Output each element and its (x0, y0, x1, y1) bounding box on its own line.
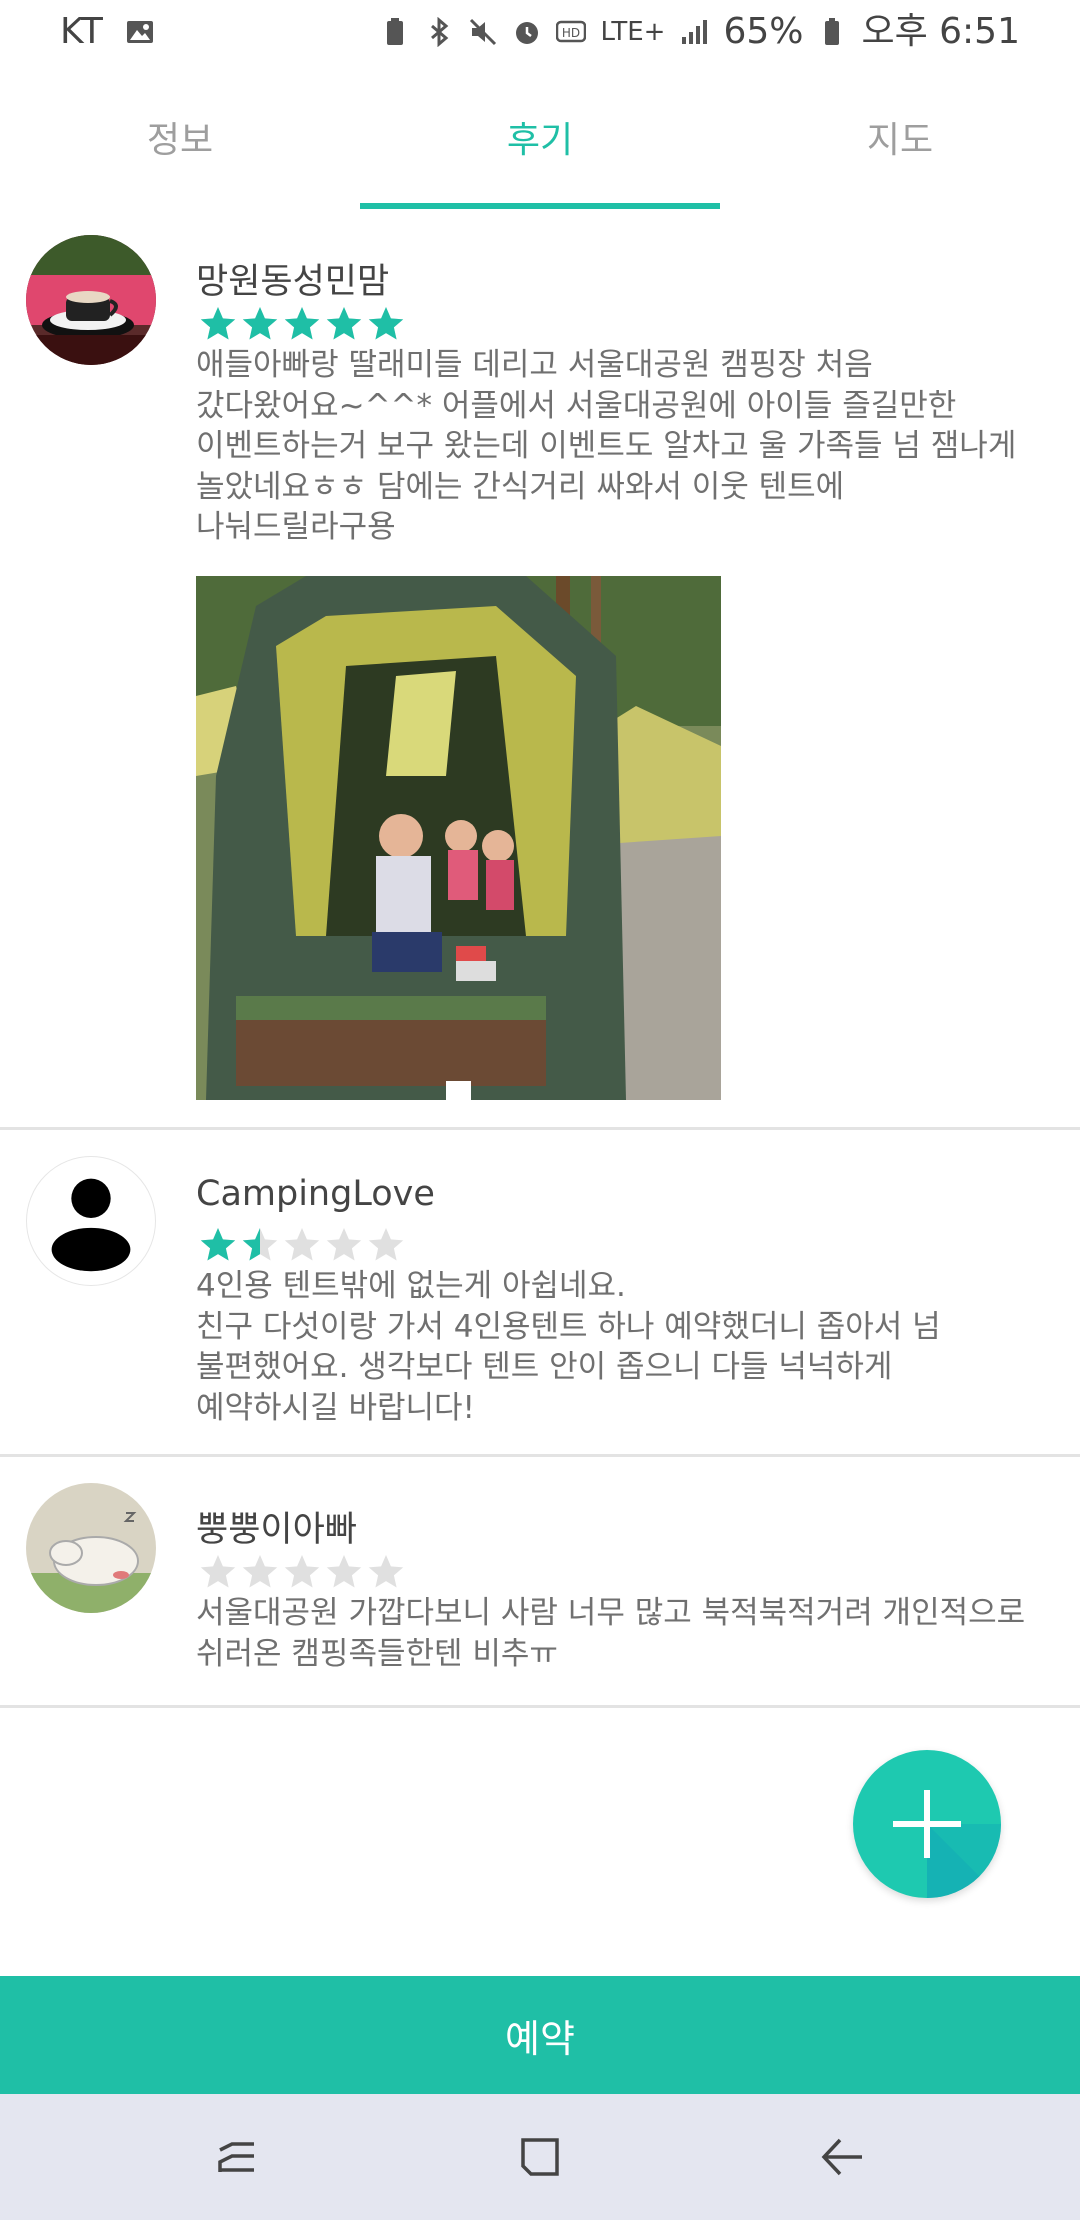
star-icon (326, 307, 362, 340)
star-icon (326, 1228, 362, 1261)
battery-percent: 65% (723, 11, 804, 52)
star-icon (326, 1555, 362, 1588)
battery-saver-icon (387, 18, 404, 45)
sleeping-puppy-avatar-image (26, 1483, 156, 1613)
gallery-icon (126, 21, 153, 43)
signal-icon (682, 20, 708, 44)
network-type-label: LTE+ (600, 17, 666, 47)
tab-bar: 정보 후기 지도 (0, 64, 1080, 209)
tab-info[interactable]: 정보 (0, 64, 360, 209)
star-icon (242, 307, 278, 340)
star-icon (368, 307, 404, 340)
review-text: 서울대공원 가깝다보니 사람 너무 많고 북적북적거려 개인적으로 쉬러온 캠핑… (196, 1595, 1026, 1672)
star-icon (284, 1228, 320, 1261)
carrier-label: KT (60, 11, 103, 52)
tab-reviews[interactable]: 후기 (360, 64, 720, 209)
avatar (26, 1483, 156, 1613)
battery-icon (825, 18, 840, 45)
camping-tent-photo (196, 576, 721, 1100)
plus-icon (893, 1790, 1001, 1898)
bluetooth-icon (431, 17, 449, 47)
coffee-cup-avatar-image (26, 235, 156, 365)
star-icon (200, 307, 236, 340)
rating-stars (198, 1552, 406, 1592)
star-icon (200, 1228, 236, 1261)
alarm-icon (516, 22, 539, 44)
svg-text:HD: HD (562, 26, 580, 40)
tab-map[interactable]: 지도 (720, 64, 1080, 209)
mute-icon (470, 18, 497, 46)
rating-stars (198, 304, 406, 344)
home-icon[interactable] (515, 2132, 565, 2182)
default-user-icon (51, 1178, 131, 1272)
star-icon (368, 1555, 404, 1588)
reviewer-name: CampingLove (196, 1174, 435, 1214)
star-icon (242, 1555, 278, 1588)
review-item: 망원동성민맘 애들아빠랑 딸래미들 데리고 서울대공원 캠핑장 처음 갔다왔어요… (0, 209, 1080, 1127)
star-icon (242, 1228, 278, 1261)
star-icon (284, 1555, 320, 1588)
star-icon (200, 1555, 236, 1588)
recents-icon[interactable] (212, 2132, 262, 2182)
avatar (26, 235, 156, 365)
system-nav-bar (0, 2094, 1080, 2220)
review-photo[interactable] (196, 576, 721, 1100)
star-icon (284, 307, 320, 340)
add-review-button[interactable] (853, 1750, 1001, 1898)
reviewer-name: 뿡뿡이아빠 (196, 1510, 358, 1550)
clock: 오후 6:51 (861, 11, 1020, 52)
rating-stars (198, 1225, 406, 1265)
review-item: CampingLove 4인용 텐트밖에 없는게 아쉽네요. 친구 다섯이랑 가… (0, 1130, 1080, 1454)
star-icon (368, 1228, 404, 1261)
hd-voice-icon: HD (556, 20, 587, 43)
review-item: 뿡뿡이아빠 서울대공원 가깝다보니 사람 너무 많고 북적북적거려 개인적으로 … (0, 1457, 1080, 1705)
reviewer-name: 망원동성민맘 (196, 262, 390, 302)
review-text: 애들아빠랑 딸래미들 데리고 서울대공원 캠핑장 처음 갔다왔어요~^^* 어플… (196, 347, 1017, 545)
review-text: 4인용 텐트밖에 없는게 아쉽네요. 친구 다섯이랑 가서 4인용텐트 하나 예… (196, 1268, 941, 1426)
divider (0, 1705, 1080, 1708)
status-bar: KT HD LTE+ 65% 오후 6:51 (0, 0, 1080, 64)
avatar (26, 1156, 156, 1286)
back-icon[interactable] (818, 2132, 868, 2182)
reserve-button[interactable]: 예약 (0, 1976, 1080, 2094)
